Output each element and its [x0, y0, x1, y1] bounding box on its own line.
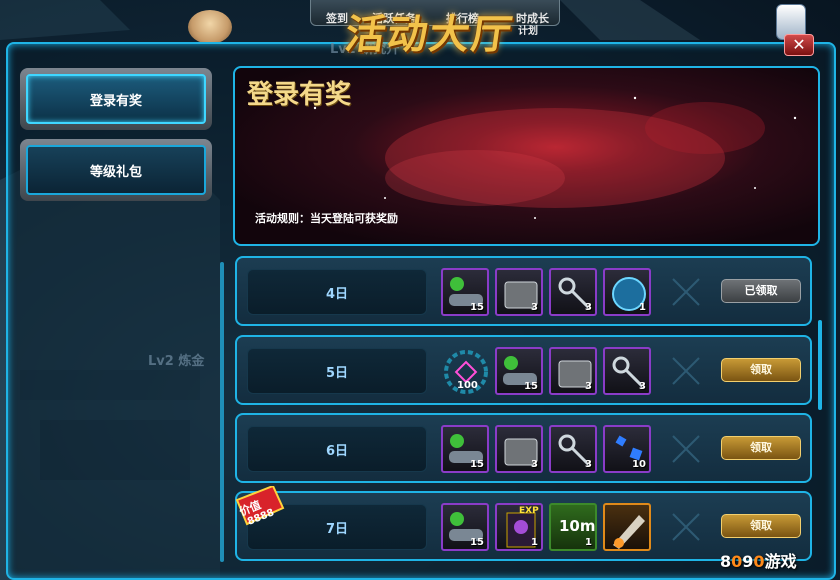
- item-count: 1: [639, 302, 646, 313]
- silver-key-icon[interactable]: 3: [549, 268, 597, 316]
- item-count: 3: [585, 459, 592, 470]
- scrollbar[interactable]: [818, 320, 822, 410]
- green-puzzle-tank-icon[interactable]: 15: [441, 503, 489, 551]
- claim-button[interactable]: 领取: [721, 358, 801, 382]
- sidebar-item-label: 登录有奖: [26, 74, 206, 124]
- claim-button[interactable]: 领取: [721, 436, 801, 460]
- day-label: 5日: [247, 348, 427, 394]
- day-label: 4日: [247, 269, 427, 315]
- reward-row-day5: 5日 100 15 3 3 领取: [235, 335, 812, 405]
- page-title: 活动大厅: [342, 12, 517, 58]
- green-puzzle-tank-icon[interactable]: 15: [495, 347, 543, 395]
- close-button[interactable]: ✕: [784, 34, 814, 56]
- day-label: 6日: [247, 426, 427, 472]
- exp-tag: EXP: [519, 506, 539, 516]
- claimed-button[interactable]: 已领取: [721, 279, 801, 303]
- item-count: 15: [470, 459, 484, 470]
- item-count: 3: [585, 381, 592, 392]
- silver-key-icon[interactable]: 3: [603, 347, 651, 395]
- banner-title: 登录有奖: [247, 80, 352, 110]
- background-building-text: Lv2 炼金: [148, 354, 205, 369]
- green-puzzle-tank-icon[interactable]: 15: [441, 268, 489, 316]
- empty-slot-icon: [672, 278, 700, 306]
- event-rule-text: 活动规则：当天登陆可获奖励: [255, 212, 398, 225]
- armor-chest-icon[interactable]: 3: [549, 347, 597, 395]
- empty-slot-icon: [672, 513, 700, 541]
- sidebar-item-login-reward[interactable]: 登录有奖: [20, 68, 212, 130]
- event-banner: 登录有奖 活动规则：当天登陆可获奖励: [233, 66, 820, 246]
- silver-key-icon[interactable]: 3: [549, 425, 597, 473]
- item-count: 15: [470, 537, 484, 548]
- speedup-10m-icon[interactable]: 10m 1: [549, 503, 597, 551]
- item-count: 3: [531, 459, 538, 470]
- blue-emblem-icon[interactable]: 1: [603, 268, 651, 316]
- item-count: 3: [585, 302, 592, 313]
- item-count: 100: [457, 380, 478, 391]
- value-badge: 价值 8888: [233, 484, 287, 532]
- item-count: 1: [531, 537, 538, 548]
- item-count: 1: [585, 537, 592, 548]
- item-count: 3: [639, 381, 646, 392]
- item-count: 3: [531, 302, 538, 313]
- empty-slot-icon: [672, 435, 700, 463]
- speedup-tag: 10m: [559, 517, 596, 535]
- item-count: 15: [470, 302, 484, 313]
- armor-chest-icon[interactable]: 3: [495, 268, 543, 316]
- blue-crystals-icon[interactable]: 10: [603, 425, 651, 473]
- claim-button[interactable]: 领取: [721, 514, 801, 538]
- item-count: 15: [524, 381, 538, 392]
- armor-chest-icon[interactable]: 3: [495, 425, 543, 473]
- pink-gem-icon[interactable]: 100: [441, 347, 491, 397]
- orange-weapon-icon[interactable]: [603, 503, 651, 551]
- green-puzzle-tank-icon[interactable]: 15: [441, 425, 489, 473]
- reward-row-day4: 4日 15 3 3 1 已领取: [235, 256, 812, 326]
- sidebar-item-label: 等级礼包: [26, 145, 206, 195]
- empty-slot-icon: [672, 357, 700, 385]
- reward-row-day6: 6日 15 3 3 10 领取: [235, 413, 812, 483]
- hero-portrait: [188, 10, 232, 44]
- exp-card-icon[interactable]: EXP 1: [495, 503, 543, 551]
- sidebar-item-level-gift[interactable]: 等级礼包: [20, 139, 212, 201]
- item-count: 10: [632, 459, 646, 470]
- site-watermark: 8090游戏: [720, 552, 797, 571]
- sidebar-divider: [220, 262, 224, 562]
